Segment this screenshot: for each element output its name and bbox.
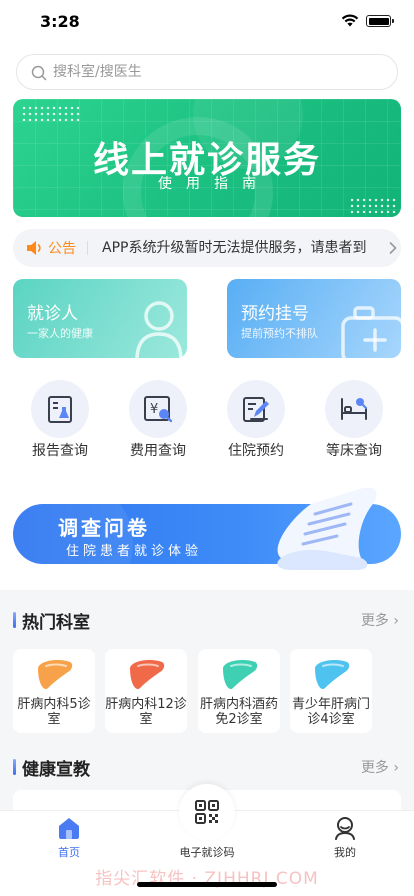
- patient-card[interactable]: 就诊人 一家人的健康: [13, 279, 187, 358]
- section-marker: [13, 612, 16, 628]
- department-name: 肝病内科12诊室: [105, 697, 187, 727]
- wifi-icon: [341, 14, 359, 27]
- card-title: 就诊人: [27, 304, 78, 324]
- medical-kit-icon: [341, 306, 401, 358]
- more-link[interactable]: 更多 ›: [361, 757, 399, 777]
- status-bar: 3:28: [0, 0, 414, 44]
- battery-icon: [366, 15, 394, 27]
- fee-icon: ¥: [144, 396, 173, 423]
- health-education-header: 健康宣教 更多 ›: [13, 755, 401, 780]
- svg-text:¥: ¥: [150, 402, 158, 417]
- survey-title: 调查问卷: [58, 516, 150, 540]
- liver-icon: [130, 660, 165, 690]
- liver-icon: [223, 660, 258, 690]
- speaker-icon: [27, 241, 41, 255]
- profile-icon: [335, 817, 355, 840]
- shortcut-label: 报告查询: [32, 443, 88, 459]
- status-time: 3:28: [40, 12, 80, 31]
- department-item[interactable]: 青少年肝病门诊4诊室: [290, 649, 372, 733]
- document-scroll-icon: [277, 488, 377, 570]
- survey-subtitle: 住院患者就诊体验: [66, 544, 203, 559]
- more-link[interactable]: 更多 ›: [361, 610, 399, 630]
- appointment-card[interactable]: 预约挂号 提前预约不排队: [227, 279, 401, 358]
- search-input[interactable]: [53, 55, 383, 89]
- tab-mine[interactable]: 我的: [305, 814, 385, 864]
- card-subtitle: 提前预约不排队: [241, 327, 318, 340]
- department-item[interactable]: 肝病内科酒药免2诊室: [198, 649, 280, 733]
- dots-decoration: [21, 105, 81, 121]
- shortcut-report[interactable]: 报告查询: [15, 380, 105, 460]
- search-bar[interactable]: [16, 54, 398, 90]
- shortcut-label: 费用查询: [130, 443, 186, 459]
- more-label: 更多: [360, 613, 389, 629]
- shortcut-label: 住院预约: [228, 443, 284, 459]
- home-indicator: [137, 882, 277, 887]
- shortcut-bed[interactable]: 等床查询: [309, 380, 399, 460]
- announcement-label: 公告: [48, 241, 76, 257]
- report-icon: [48, 396, 72, 423]
- search-icon: [31, 65, 47, 81]
- survey-banner[interactable]: 调查问卷 住院患者就诊体验: [13, 488, 401, 572]
- department-name: 青少年肝病门诊4诊室: [291, 697, 370, 727]
- tab-e-visit-code[interactable]: 电子就诊码: [167, 814, 247, 864]
- tab-label: 电子就诊码: [179, 846, 235, 859]
- department-item[interactable]: 肝病内科12诊室: [105, 649, 187, 733]
- shortcut-fee[interactable]: ¥ 费用查询: [113, 380, 203, 460]
- hospitalization-icon: [243, 397, 269, 422]
- card-subtitle: 一家人的健康: [27, 327, 93, 340]
- announcement-bar[interactable]: 公告 APP系统升级暂时无法提供服务，请患者到: [13, 229, 401, 267]
- banner-subtitle: 使用指南: [158, 176, 270, 192]
- liver-icon: [38, 660, 73, 690]
- hot-departments-header: 热门科室 更多 ›: [13, 608, 401, 633]
- section-title: 健康宣教: [22, 760, 90, 780]
- tab-home[interactable]: 首页: [29, 814, 109, 864]
- section-marker: [13, 759, 16, 775]
- department-item[interactable]: 肝病内科5诊室: [13, 649, 95, 733]
- announcement-text: APP系统升级暂时无法提供服务，请患者到: [102, 240, 367, 256]
- online-service-banner[interactable]: 线上就诊服务 使用指南: [13, 99, 401, 217]
- section-title: 热门科室: [22, 613, 90, 633]
- tab-label: 首页: [58, 846, 80, 859]
- dots-decoration: [349, 197, 397, 213]
- shortcut-label: 等床查询: [326, 443, 382, 459]
- liver-icon: [315, 660, 350, 690]
- person-icon: [135, 301, 183, 358]
- card-title: 预约挂号: [241, 304, 309, 324]
- shortcut-hospitalization[interactable]: 住院预约: [211, 380, 301, 460]
- department-name: 肝病内科酒药免2诊室: [199, 697, 278, 727]
- divider: [87, 241, 88, 255]
- tab-label: 我的: [334, 846, 356, 859]
- bed-icon: [341, 398, 368, 420]
- chevron-right-icon: [389, 242, 397, 254]
- home-icon: [59, 818, 79, 839]
- department-name: 肝病内科5诊室: [17, 697, 91, 727]
- more-label: 更多: [360, 760, 389, 776]
